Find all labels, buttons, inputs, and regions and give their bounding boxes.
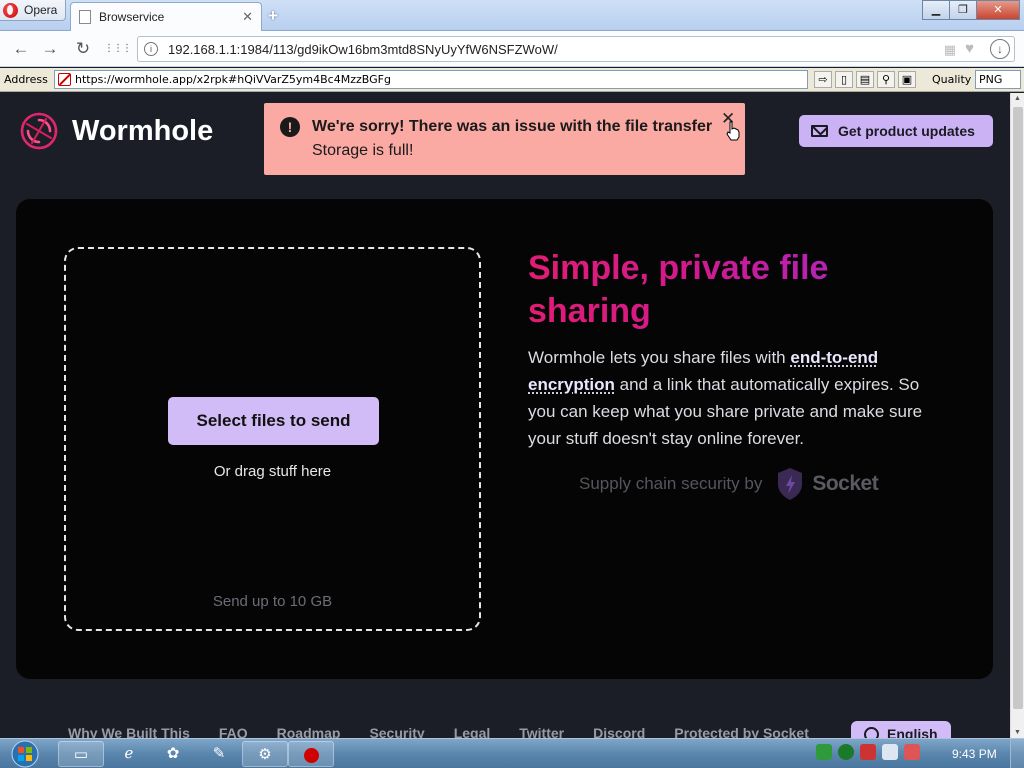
- footer-link[interactable]: Security: [369, 725, 424, 738]
- maximize-button[interactable]: ❐: [949, 0, 977, 20]
- speed-dial-grid-icon[interactable]: ⋮⋮⋮: [104, 43, 132, 54]
- url-field[interactable]: i 192.168.1.1:1984/113/gd9ikOw16bm3mtd8S…: [137, 36, 1015, 62]
- scroll-down-icon[interactable]: ▼: [1014, 729, 1021, 736]
- tab-close-icon[interactable]: ✕: [242, 9, 253, 25]
- updates-button-label: Get product updates: [838, 123, 975, 139]
- footer-link[interactable]: Discord: [593, 725, 645, 738]
- back-icon[interactable]: ←: [10, 39, 32, 59]
- tray-app-icon[interactable]: [860, 744, 876, 760]
- taskbar-clock: 9:43 PM: [952, 747, 997, 761]
- security-warning-icon: [58, 73, 71, 86]
- new-tab-button[interactable]: +: [268, 6, 278, 26]
- ie-taskbar-icon[interactable]: ℯ: [106, 741, 152, 767]
- tray-network-icon[interactable]: [882, 744, 898, 760]
- socket-shield-icon: [778, 468, 803, 500]
- window-controls: ▁ ❐ ✕: [922, 0, 1020, 20]
- start-button-icon[interactable]: [6, 740, 44, 768]
- windows-taskbar: ▭ ℯ ✿ ✎ ⚙ 9:43 PM: [0, 738, 1024, 768]
- mail-icon: [811, 125, 828, 137]
- language-button[interactable]: English: [851, 721, 951, 738]
- quality-label: Quality: [932, 73, 972, 86]
- tray-shield-icon[interactable]: [816, 744, 832, 760]
- speed-dial-icon[interactable]: ▦: [944, 42, 956, 58]
- tab-title: Browservice: [99, 10, 165, 24]
- browser-titlebar: Opera Browservice ✕ + ▁ ❐ ✕: [0, 0, 1024, 31]
- supply-chain-badge[interactable]: Supply chain security by Socket: [579, 467, 879, 501]
- paste-icon[interactable]: ▣: [898, 71, 916, 88]
- footer-link[interactable]: Why We Built This: [68, 725, 190, 738]
- address-input[interactable]: https://wormhole.app/x2rpk#hQiVVarZ5ym4B…: [54, 70, 808, 89]
- explorer-taskbar-icon[interactable]: ▭: [58, 741, 104, 767]
- footer-link[interactable]: FAQ: [219, 725, 248, 738]
- get-product-updates-button[interactable]: Get product updates: [799, 115, 993, 147]
- footer-link[interactable]: Protected by Socket: [674, 725, 809, 738]
- alert-icon: !: [280, 117, 300, 137]
- desc-text-1: Wormhole lets you share files with: [528, 348, 791, 367]
- address-bar: Address https://wormhole.app/x2rpk#hQiVV…: [0, 68, 1024, 92]
- folder-taskbar-icon[interactable]: ✎: [196, 741, 242, 767]
- socket-brand: Socket: [812, 472, 879, 495]
- url-text: 192.168.1.1:1984/113/gd9ikOw16bm3mtd8SNy…: [168, 41, 558, 57]
- reload-icon[interactable]: ↻: [72, 39, 94, 59]
- page-viewport: Wormhole Get product updates Select file…: [0, 93, 1010, 738]
- clipboard-icon[interactable]: ▤: [856, 71, 874, 88]
- site-info-icon[interactable]: i: [144, 42, 158, 56]
- brand[interactable]: Wormhole: [18, 110, 213, 152]
- opera-logo-icon: [3, 2, 18, 18]
- opera-menu-label: Opera: [24, 3, 58, 17]
- window-close-button[interactable]: ✕: [976, 0, 1020, 20]
- bookmark-heart-icon[interactable]: ♥: [965, 40, 974, 57]
- hero-headline: Simple, private file sharing: [528, 247, 888, 333]
- select-files-button[interactable]: Select files to send: [168, 397, 379, 445]
- toast-title: We're sorry! There was an issue with the…: [312, 118, 713, 135]
- quality-value: PNG: [979, 73, 1003, 86]
- show-desktop-button[interactable]: [1010, 739, 1024, 768]
- hand-cursor-icon: [726, 121, 740, 141]
- page-icon: [79, 10, 91, 24]
- bookmark-icon[interactable]: ▯: [835, 71, 853, 88]
- app-taskbar-icon[interactable]: ✿: [150, 741, 196, 767]
- find-icon[interactable]: ⚲: [877, 71, 895, 88]
- scroll-up-icon[interactable]: ▲: [1014, 95, 1021, 102]
- footer-links: Why We Built This FAQ Roadmap Security Legal…: [68, 725, 809, 738]
- opera-taskbar-icon[interactable]: [288, 741, 334, 767]
- file-dropzone[interactable]: Select files to send Or drag stuff here …: [64, 247, 481, 631]
- footer-link[interactable]: Roadmap: [277, 725, 341, 738]
- hero-description: Wormhole lets you share files with end-t…: [528, 344, 948, 452]
- tray-volume-muted-icon[interactable]: [904, 744, 920, 760]
- address-tools: ⇨ ▯ ▤ ⚲ ▣: [814, 71, 916, 88]
- globe-icon: [864, 727, 879, 738]
- footer-link[interactable]: Twitter: [519, 725, 564, 738]
- scroll-thumb[interactable]: [1013, 107, 1023, 709]
- system-tray: [816, 744, 920, 760]
- tray-play-icon[interactable]: [838, 744, 854, 760]
- address-label: Address: [4, 73, 48, 86]
- opera-menu-button[interactable]: Opera: [0, 0, 66, 21]
- language-label: English: [887, 726, 938, 738]
- browser-navbar: ← → ↻ ⋮⋮⋮ i 192.168.1.1:1984/113/gd9ikOw…: [0, 31, 1024, 67]
- toast-message: Storage is full!: [312, 142, 414, 159]
- quality-select[interactable]: PNG: [975, 70, 1021, 89]
- download-icon[interactable]: ↓: [990, 39, 1010, 59]
- brand-name: Wormhole: [72, 114, 214, 147]
- size-limit-text: Send up to 10 GB: [212, 593, 333, 610]
- error-toast: ! We're sorry! There was an issue with t…: [264, 103, 745, 175]
- drag-hint: Or drag stuff here: [213, 463, 332, 480]
- go-arrow-icon[interactable]: ⇨: [814, 71, 832, 88]
- supply-chain-text: Supply chain security by: [579, 474, 763, 493]
- main-card: Select files to send Or drag stuff here …: [16, 199, 993, 679]
- vertical-scrollbar[interactable]: ▲ ▼: [1010, 93, 1024, 738]
- minimize-button[interactable]: ▁: [922, 0, 950, 20]
- forward-icon[interactable]: →: [39, 39, 61, 59]
- tool-taskbar-icon[interactable]: ⚙: [242, 741, 288, 767]
- footer-link[interactable]: Legal: [454, 725, 491, 738]
- wormhole-logo-icon: [20, 112, 58, 150]
- browser-tab[interactable]: Browservice ✕: [70, 2, 262, 31]
- address-url: https://wormhole.app/x2rpk#hQiVVarZ5ym4B…: [75, 73, 391, 86]
